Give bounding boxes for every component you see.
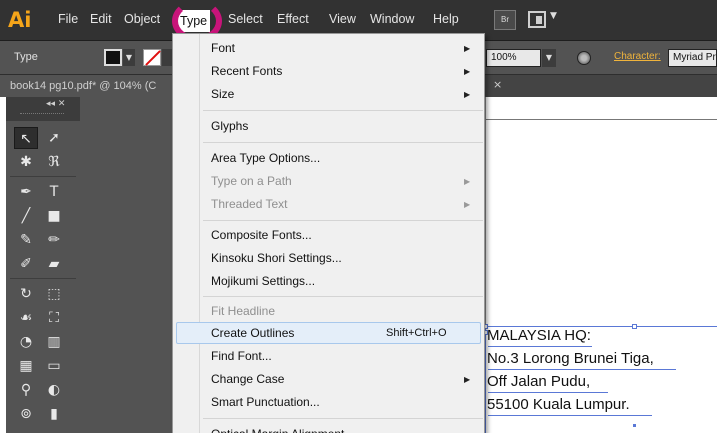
address-line-2: No.3 Lorong Brunei Tiga,	[487, 350, 654, 367]
arrange-documents-icon	[528, 11, 546, 28]
menu-file[interactable]: File	[58, 12, 78, 26]
submenu-arrow-icon: ▶	[464, 375, 471, 384]
menu-item-mojikumi-settings[interactable]: Mojikumi Settings...	[211, 270, 315, 292]
submenu-arrow-icon: ▶	[464, 177, 471, 186]
menu-item-kinsoku-shori-settings[interactable]: Kinsoku Shori Settings...	[211, 247, 342, 269]
stroke-dropdown-button[interactable]	[162, 49, 172, 66]
create-outlines-shortcut: Shift+Ctrl+O	[386, 327, 447, 339]
type-tool-icon[interactable]: T	[42, 181, 66, 203]
blob-brush-tool-icon[interactable]: ✐	[14, 253, 38, 275]
chevron-down-icon: ▼	[550, 11, 557, 21]
pasteboard	[80, 97, 172, 433]
fill-color-swatch[interactable]	[104, 49, 122, 66]
menu-item-glyphs[interactable]: Glyphs	[211, 115, 248, 137]
opacity-dropdown-button[interactable]: ▼	[542, 49, 556, 67]
tools-panel-header: ◂◂ ✕	[6, 97, 80, 121]
gradient-tool-icon[interactable]: ▭	[42, 355, 66, 377]
menu-item-composite-fonts[interactable]: Composite Fonts...	[211, 224, 312, 246]
text-baseline	[488, 415, 652, 416]
selection-handle[interactable]	[633, 424, 636, 427]
document-tab-area	[485, 75, 717, 97]
menu-separator	[203, 220, 483, 221]
menu-object[interactable]: Object	[124, 12, 160, 26]
tools-panel: ◂◂ ✕ ↖ ➚ ✱ ℜ ✒ T ╱ ■ ✎ ✏ ✐ ▰ ↻ ⬚ ☙ ⛶ ◔ ▥…	[6, 97, 80, 433]
menu-separator	[203, 418, 483, 419]
perspective-grid-tool-icon[interactable]: ▥	[42, 331, 66, 353]
blend-tool-icon[interactable]: ◐	[42, 379, 66, 401]
address-line-1: MALAYSIA HQ:	[487, 327, 591, 344]
menu-select[interactable]: Select	[228, 12, 263, 26]
menu-effect[interactable]: Effect	[277, 12, 309, 26]
menu-item-smart-punctuation[interactable]: Smart Punctuation...	[211, 391, 320, 413]
menu-item-create-outlines[interactable]: Create Outlines	[211, 322, 294, 344]
menu-icon-gutter	[173, 34, 200, 433]
document-tab[interactable]: book14 pg10.pdf* @ 104% (C	[0, 75, 172, 97]
menu-item-area-type-options[interactable]: Area Type Options...	[211, 147, 320, 169]
menu-item-recent-fonts[interactable]: Recent Fonts	[211, 60, 282, 82]
menu-item-optical-margin-alignment[interactable]: Optical Margin Alignment	[211, 423, 344, 433]
lasso-tool-icon[interactable]: ℜ	[42, 151, 66, 173]
text-frame-left-edge	[485, 326, 486, 433]
menu-item-size[interactable]: Size	[211, 83, 234, 105]
menu-view[interactable]: View	[329, 12, 356, 26]
address-line-4: 55100 Kuala Lumpur.	[487, 396, 630, 413]
shape-builder-tool-icon[interactable]: ◔	[14, 331, 38, 353]
pencil-tool-icon[interactable]: ✏	[42, 229, 66, 251]
eraser-tool-icon[interactable]: ▰	[42, 253, 66, 275]
text-baseline	[488, 346, 592, 347]
eyedropper-tool-icon[interactable]: ⚲	[14, 379, 38, 401]
menu-item-font[interactable]: Font	[211, 37, 235, 59]
collapse-icon[interactable]: ◂◂ ✕	[46, 99, 65, 109]
free-transform-tool-icon[interactable]: ⛶	[42, 307, 66, 329]
type-menu-dropdown: Font ▶ Recent Fonts ▶ Size ▶ Glyphs Area…	[172, 33, 485, 433]
font-family-input[interactable]: Myriad Pro	[668, 49, 717, 67]
column-graph-tool-icon[interactable]: ▮	[42, 403, 66, 425]
illustrator-logo: Ai	[8, 8, 32, 32]
menu-item-threaded-text: Threaded Text	[211, 197, 288, 211]
scale-tool-icon[interactable]: ⬚	[42, 283, 66, 305]
tool-divider	[10, 278, 76, 279]
grip-icon[interactable]	[20, 113, 64, 115]
opacity-input[interactable]: 100%	[486, 49, 541, 67]
paintbrush-tool-icon[interactable]: ✎	[14, 229, 38, 251]
rectangle-tool-icon[interactable]: ■	[42, 205, 66, 227]
fill-dropdown-button[interactable]: ▼	[123, 49, 135, 66]
symbol-sprayer-tool-icon[interactable]: ⊚	[14, 403, 38, 425]
bridge-button[interactable]: Br	[494, 10, 516, 30]
menu-edit[interactable]: Edit	[90, 12, 112, 26]
submenu-arrow-icon: ▶	[464, 90, 471, 99]
selection-handle[interactable]	[632, 324, 637, 329]
close-icon[interactable]: ×	[493, 78, 502, 91]
arrange-documents-button[interactable]: ▼	[528, 10, 560, 30]
menu-help[interactable]: Help	[433, 12, 459, 26]
text-baseline	[488, 392, 608, 393]
menu-item-fit-headline: Fit Headline	[211, 304, 276, 318]
stroke-color-swatch[interactable]	[143, 49, 161, 66]
submenu-arrow-icon: ▶	[464, 200, 471, 209]
menu-window[interactable]: Window	[370, 12, 414, 26]
selection-tool-icon[interactable]: ↖	[14, 127, 38, 149]
submenu-arrow-icon: ▶	[464, 67, 471, 76]
text-baseline	[488, 369, 676, 370]
address-line-3: Off Jalan Pudu,	[487, 373, 591, 390]
pen-tool-icon[interactable]: ✒	[14, 181, 38, 203]
control-bar-label: Type	[14, 51, 38, 63]
menu-item-change-case[interactable]: Change Case	[211, 368, 284, 390]
line-tool-icon[interactable]: ╱	[14, 205, 38, 227]
recolor-icon[interactable]	[577, 51, 591, 65]
mesh-tool-icon[interactable]: ▦	[14, 355, 38, 377]
magic-wand-tool-icon[interactable]: ✱	[14, 151, 38, 173]
character-panel-link[interactable]: Character:	[614, 51, 661, 62]
tool-divider	[10, 176, 76, 177]
submenu-arrow-icon: ▶	[464, 44, 471, 53]
warp-tool-icon[interactable]: ☙	[14, 307, 38, 329]
menu-separator	[203, 110, 483, 111]
menu-separator	[203, 142, 483, 143]
artboard-edge	[486, 119, 717, 120]
menu-separator	[203, 296, 483, 297]
menu-item-type-on-a-path: Type on a Path	[211, 174, 292, 188]
rotate-tool-icon[interactable]: ↻	[14, 283, 38, 305]
menu-item-find-font[interactable]: Find Font...	[211, 345, 272, 367]
direct-selection-tool-icon[interactable]: ➚	[42, 127, 66, 149]
